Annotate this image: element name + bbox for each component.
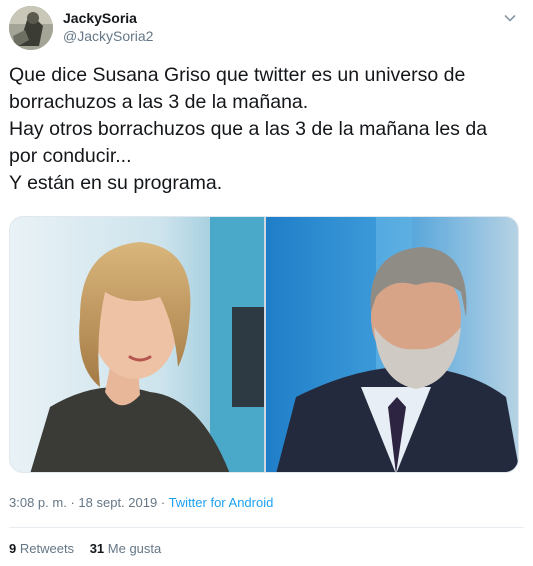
separator: · <box>160 495 166 510</box>
tweet-stats: 9 Retweets 31 Me gusta <box>9 540 173 558</box>
tweet-card: JackySoria @JackySoria2 Que dice Susana … <box>0 0 533 566</box>
tweet-text-line: Y están en su programa. <box>9 172 223 194</box>
tweet-time[interactable]: 3:08 p. m. <box>9 495 67 510</box>
chevron-down-icon[interactable] <box>502 10 518 26</box>
tweet-media[interactable] <box>9 216 519 473</box>
display-name[interactable]: JackySoria <box>63 10 153 27</box>
tweet-source-link[interactable]: Twitter for Android <box>169 495 274 510</box>
tweet-text-line: Hay otros borrachuzos que a las 3 de la … <box>9 118 488 140</box>
media-photo-right[interactable] <box>266 217 518 472</box>
retweets-label: Retweets <box>19 541 75 556</box>
tweet-header: JackySoria @JackySoria2 <box>9 6 524 52</box>
avatar[interactable] <box>9 6 53 50</box>
likes-count: 31 <box>89 541 105 556</box>
divider <box>9 527 524 528</box>
tweet-text: Que dice Susana Griso que twitter es un … <box>9 62 524 197</box>
tweet-text-line: Que dice Susana Griso que twitter es un … <box>9 64 466 86</box>
retweets-count: 9 <box>9 541 17 556</box>
tweet-text-line: borrachuzos a las 3 de la mañana. <box>9 91 309 113</box>
retweets-stat[interactable]: 9 Retweets <box>9 540 74 558</box>
likes-stat[interactable]: 31 Me gusta <box>90 540 162 558</box>
user-handle[interactable]: @JackySoria2 <box>63 27 153 46</box>
separator: · <box>70 495 75 510</box>
tweet-date[interactable]: 18 sept. 2019 <box>78 495 157 510</box>
user-names: JackySoria @JackySoria2 <box>63 10 153 46</box>
tweet-metadata: 3:08 p. m. · 18 sept. 2019 · Twitter for… <box>9 494 273 512</box>
tweet-text-line: por conducir... <box>9 145 132 167</box>
media-photo-left[interactable] <box>10 217 264 472</box>
likes-label: Me gusta <box>107 541 162 556</box>
